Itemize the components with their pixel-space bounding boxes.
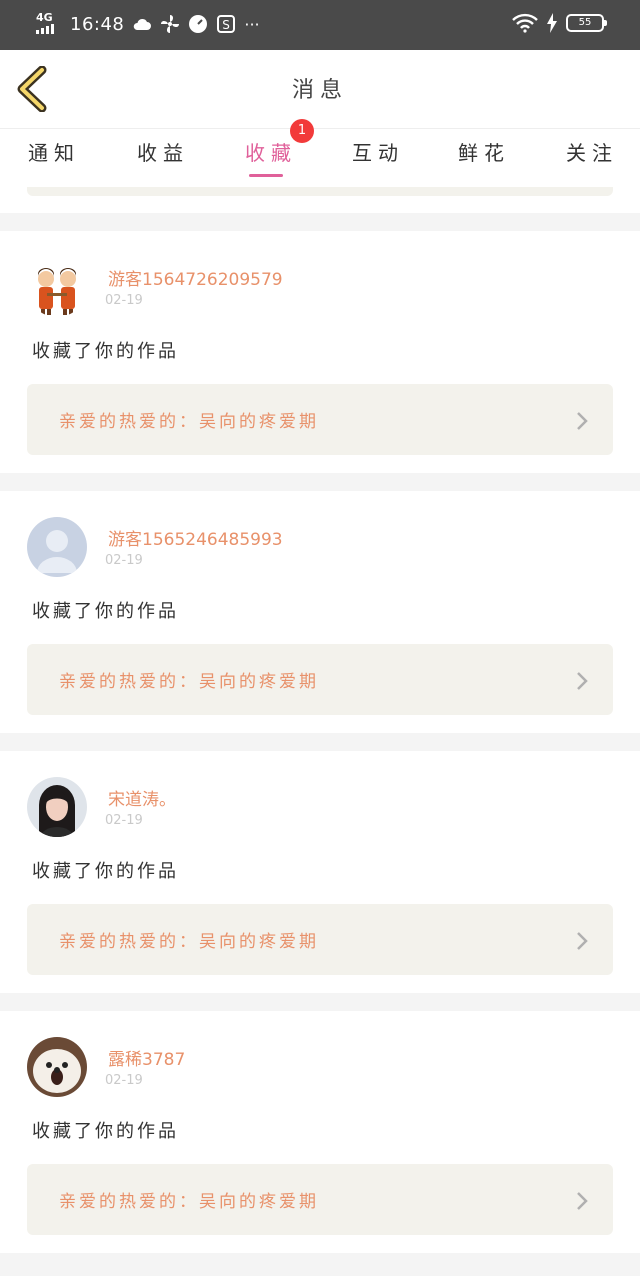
timestamp: 02-19 [105, 293, 143, 308]
list-item[interactable]: 露稀3787 02-19 收藏了你的作品 亲爱的热爱的：吴向的疼爱期 [0, 1011, 640, 1253]
active-tab-indicator [249, 174, 283, 177]
activity-text: 收藏了你的作品 [32, 341, 179, 362]
more-notifications-icon: ··· [244, 14, 260, 34]
activity-text: 收藏了你的作品 [32, 861, 179, 882]
work-link[interactable]: 亲爱的热爱的：吴向的疼爱期 [27, 1164, 613, 1235]
cloud-icon [134, 18, 152, 30]
work-link[interactable]: 亲爱的热爱的：吴向的疼爱期 [27, 904, 613, 975]
tab-favorites[interactable]: 收藏 [245, 137, 297, 166]
fan-icon [161, 15, 180, 33]
work-title: 亲爱的热爱的：吴向的疼爱期 [59, 672, 319, 692]
list-item[interactable]: 游客1564726209579 02-19 收藏了你的作品 亲爱的热爱的：吴向的… [0, 231, 640, 473]
username[interactable]: 露稀3787 [108, 1045, 185, 1070]
timestamp: 02-19 [105, 813, 143, 828]
username[interactable]: 游客1565246485993 [108, 525, 283, 550]
avatar[interactable] [27, 517, 87, 577]
signal-icon: 4G [36, 12, 62, 36]
chevron-right-icon [577, 1192, 588, 1210]
tab-interactions[interactable]: 互动 [352, 137, 404, 166]
avatar[interactable] [27, 1037, 87, 1097]
speed-icon [189, 15, 208, 33]
avatar[interactable] [27, 257, 87, 317]
work-title: 亲爱的热爱的：吴向的疼爱期 [59, 412, 319, 432]
page-title: 消息 [291, 78, 348, 103]
tab-following[interactable]: 关注 [566, 137, 618, 166]
tab-notifications[interactable]: 通知 [28, 137, 80, 166]
chevron-right-icon [577, 932, 588, 950]
username[interactable]: 游客1564726209579 [108, 265, 283, 290]
username[interactable]: 宋道涛。 [108, 785, 176, 810]
work-link[interactable]: 亲爱的热爱的：吴向的疼爱期 [27, 644, 613, 715]
status-bar: 4G 16:48 S ··· 55 [0, 0, 640, 50]
tab-favorites-badge: 1 [290, 119, 314, 143]
navigation-bar: 消息 [0, 50, 640, 129]
clock: 16:48 [70, 13, 125, 35]
tab-flowers[interactable]: 鲜花 [458, 137, 510, 166]
tab-earnings[interactable]: 收益 [137, 137, 189, 166]
wifi-icon [512, 13, 538, 33]
timestamp: 02-19 [105, 1073, 143, 1088]
battery-icon: 55 [566, 14, 607, 32]
work-title: 亲爱的热爱的：吴向的疼爱期 [59, 932, 319, 952]
app-s-icon: S [217, 15, 236, 33]
chevron-right-icon [577, 672, 588, 690]
tab-bar: 通知 收益 收藏 1 互动 鲜花 关注 [0, 119, 640, 187]
activity-text: 收藏了你的作品 [32, 601, 179, 622]
activity-text: 收藏了你的作品 [32, 1121, 179, 1142]
list-item[interactable]: 游客1565246485993 02-19 收藏了你的作品 亲爱的热爱的：吴向的… [0, 491, 640, 733]
timestamp: 02-19 [105, 553, 143, 568]
work-title: 亲爱的热爱的：吴向的疼爱期 [59, 1192, 319, 1212]
charging-icon [547, 13, 557, 33]
work-link[interactable]: 亲爱的热爱的：吴向的疼爱期 [27, 384, 613, 455]
svg-text:S: S [223, 18, 231, 32]
list-item[interactable]: 宋道涛。 02-19 收藏了你的作品 亲爱的热爱的：吴向的疼爱期 [0, 751, 640, 993]
list-item-partial [0, 187, 640, 213]
avatar[interactable] [27, 777, 87, 837]
chevron-right-icon [577, 412, 588, 430]
